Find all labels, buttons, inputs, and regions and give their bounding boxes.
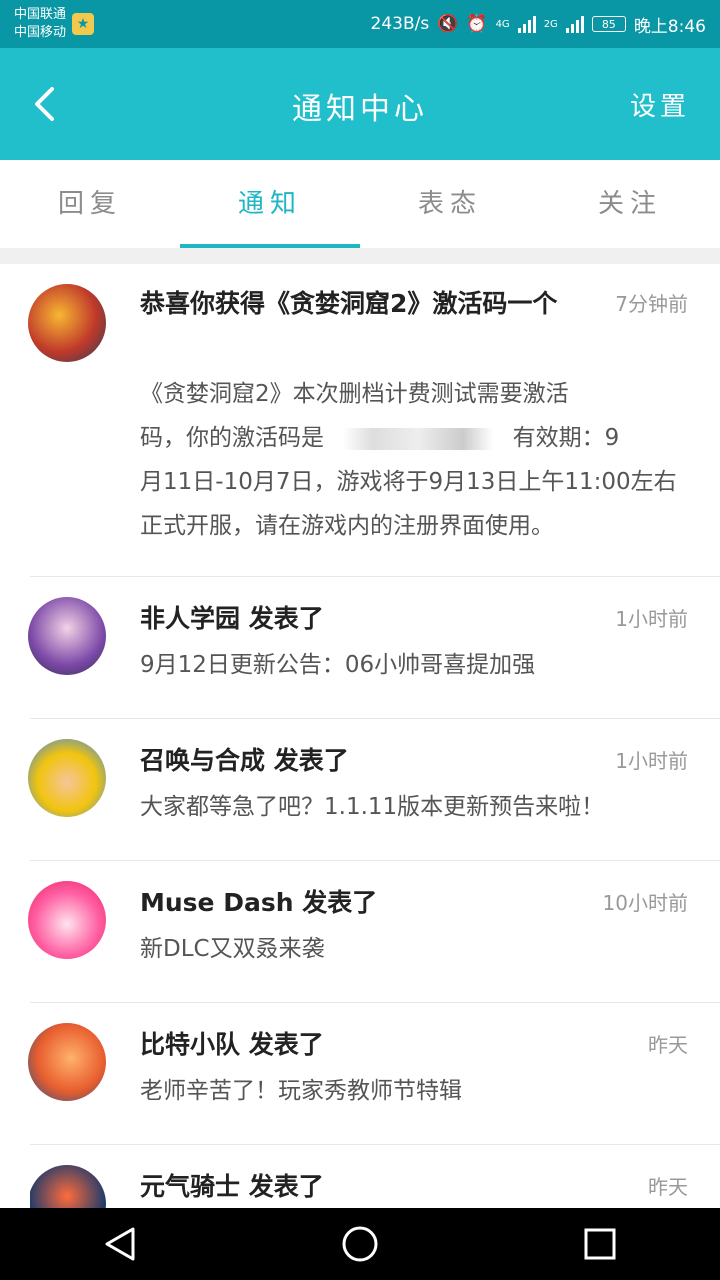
notification-time: 昨天 bbox=[648, 1175, 688, 1199]
signal-icon-1 bbox=[517, 15, 536, 33]
notification-title: 召唤与合成 发表了 bbox=[140, 746, 349, 775]
notification-title: 非人学园 发表了 bbox=[140, 604, 324, 633]
desc-text: 有效期：9 bbox=[512, 425, 620, 451]
tab-reply[interactable]: 回复 bbox=[0, 160, 180, 248]
notification-desc-line: 码，你的激活码是 有效期：9 bbox=[140, 416, 619, 460]
notification-time: 10小时前 bbox=[602, 891, 688, 915]
recents-nav-button[interactable] bbox=[570, 1214, 630, 1274]
notification-time: 1小时前 bbox=[615, 607, 688, 631]
title-bar: 通知中心 设置 bbox=[0, 48, 720, 160]
page-title: 通知中心 bbox=[292, 92, 428, 127]
redacted-code bbox=[343, 427, 494, 450]
tab-notice[interactable]: 通知 bbox=[180, 160, 360, 248]
network-type-1: 4G bbox=[495, 18, 510, 30]
avatar bbox=[28, 1023, 106, 1101]
notification-item[interactable]: 元气骑士 发表了 昨天 bbox=[30, 1145, 720, 1215]
net-speed: 243B/s bbox=[370, 14, 430, 34]
tab-bar: 回复 通知 表态 关注 bbox=[0, 160, 720, 248]
home-nav-button[interactable] bbox=[330, 1214, 390, 1274]
notification-desc-line: 《贪婪洞窟2》本次删档计费测试需要激活 bbox=[140, 381, 569, 407]
settings-button[interactable]: 设置 bbox=[630, 86, 690, 123]
signal-icon-2 bbox=[565, 15, 584, 33]
carrier-1: 中国联通 bbox=[14, 7, 67, 22]
tab-follow[interactable]: 关注 bbox=[540, 160, 720, 248]
desc-text: 码，你的激活码是 bbox=[140, 425, 324, 451]
battery-icon: 85 bbox=[591, 16, 626, 32]
notification-desc: 大家都等急了吧？1.1.11版本更新预告来啦！ bbox=[140, 794, 605, 820]
avatar bbox=[28, 881, 106, 959]
notification-title: 比特小队 发表了 bbox=[140, 1030, 324, 1059]
notification-item[interactable]: 非人学园 发表了 1小时前 9月12日更新公告：06小帅哥喜提加强 bbox=[28, 577, 720, 719]
notification-item[interactable]: 召唤与合成 发表了 1小时前 大家都等急了吧？1.1.11版本更新预告来啦！ bbox=[28, 719, 720, 861]
triangle-back-icon bbox=[105, 1227, 135, 1261]
notification-desc: 老师辛苦了！玩家秀教师节特辑 bbox=[140, 1078, 462, 1104]
mute-icon: 🔇 bbox=[437, 14, 459, 34]
notification-time: 1小时前 bbox=[615, 749, 688, 773]
back-nav-button[interactable] bbox=[90, 1214, 150, 1274]
notification-desc: 新DLC又双叒来袭 bbox=[140, 936, 325, 962]
divider bbox=[0, 248, 720, 264]
status-bar: 中国联通 中国移动 ★ 243B/s 🔇 ⏰ 4G 2G 85 晚上8:46 bbox=[0, 0, 720, 48]
avatar bbox=[28, 739, 106, 817]
notification-item[interactable]: 比特小队 发表了 昨天 老师辛苦了！玩家秀教师节特辑 bbox=[28, 1003, 720, 1145]
notification-time: 7分钟前 bbox=[615, 292, 688, 316]
notification-list: 恭喜你获得《贪婪洞窟2》激活码一个 7分钟前 《贪婪洞窟2》本次删档计费测试需要… bbox=[0, 264, 720, 1215]
notification-title: Muse Dash 发表了 bbox=[140, 888, 378, 917]
notification-time: 昨天 bbox=[648, 1033, 688, 1057]
notification-desc-line: 月11日-10月7日，游戏将于9月13日上午11:00左右 bbox=[140, 469, 677, 495]
avatar bbox=[28, 597, 106, 675]
notification-title: 恭喜你获得《贪婪洞窟2》激活码一个 bbox=[140, 289, 558, 318]
notification-title: 元气骑士 发表了 bbox=[140, 1172, 324, 1201]
carrier-info: 中国联通 中国移动 ★ bbox=[14, 6, 95, 42]
time: 晚上8:46 bbox=[633, 16, 706, 37]
notification-desc-line: 正式开服，请在游戏内的注册界面使用。 bbox=[140, 513, 554, 539]
notification-desc: 9月12日更新公告：06小帅哥喜提加强 bbox=[140, 652, 536, 678]
carrier-2: 中国移动 bbox=[14, 25, 67, 40]
tab-reaction[interactable]: 表态 bbox=[360, 160, 540, 248]
avatar bbox=[28, 284, 106, 362]
star-badge-icon: ★ bbox=[72, 13, 95, 35]
square-recents-icon bbox=[584, 1228, 616, 1260]
network-type-2: 2G bbox=[543, 18, 558, 30]
circle-home-icon bbox=[342, 1226, 378, 1262]
navigation-bar bbox=[0, 1208, 720, 1280]
notification-item[interactable]: Muse Dash 发表了 10小时前 新DLC又双叒来袭 bbox=[28, 861, 720, 1003]
notification-item[interactable]: 恭喜你获得《贪婪洞窟2》激活码一个 7分钟前 《贪婪洞窟2》本次删档计费测试需要… bbox=[28, 264, 720, 577]
alarm-icon: ⏰ bbox=[466, 14, 488, 34]
